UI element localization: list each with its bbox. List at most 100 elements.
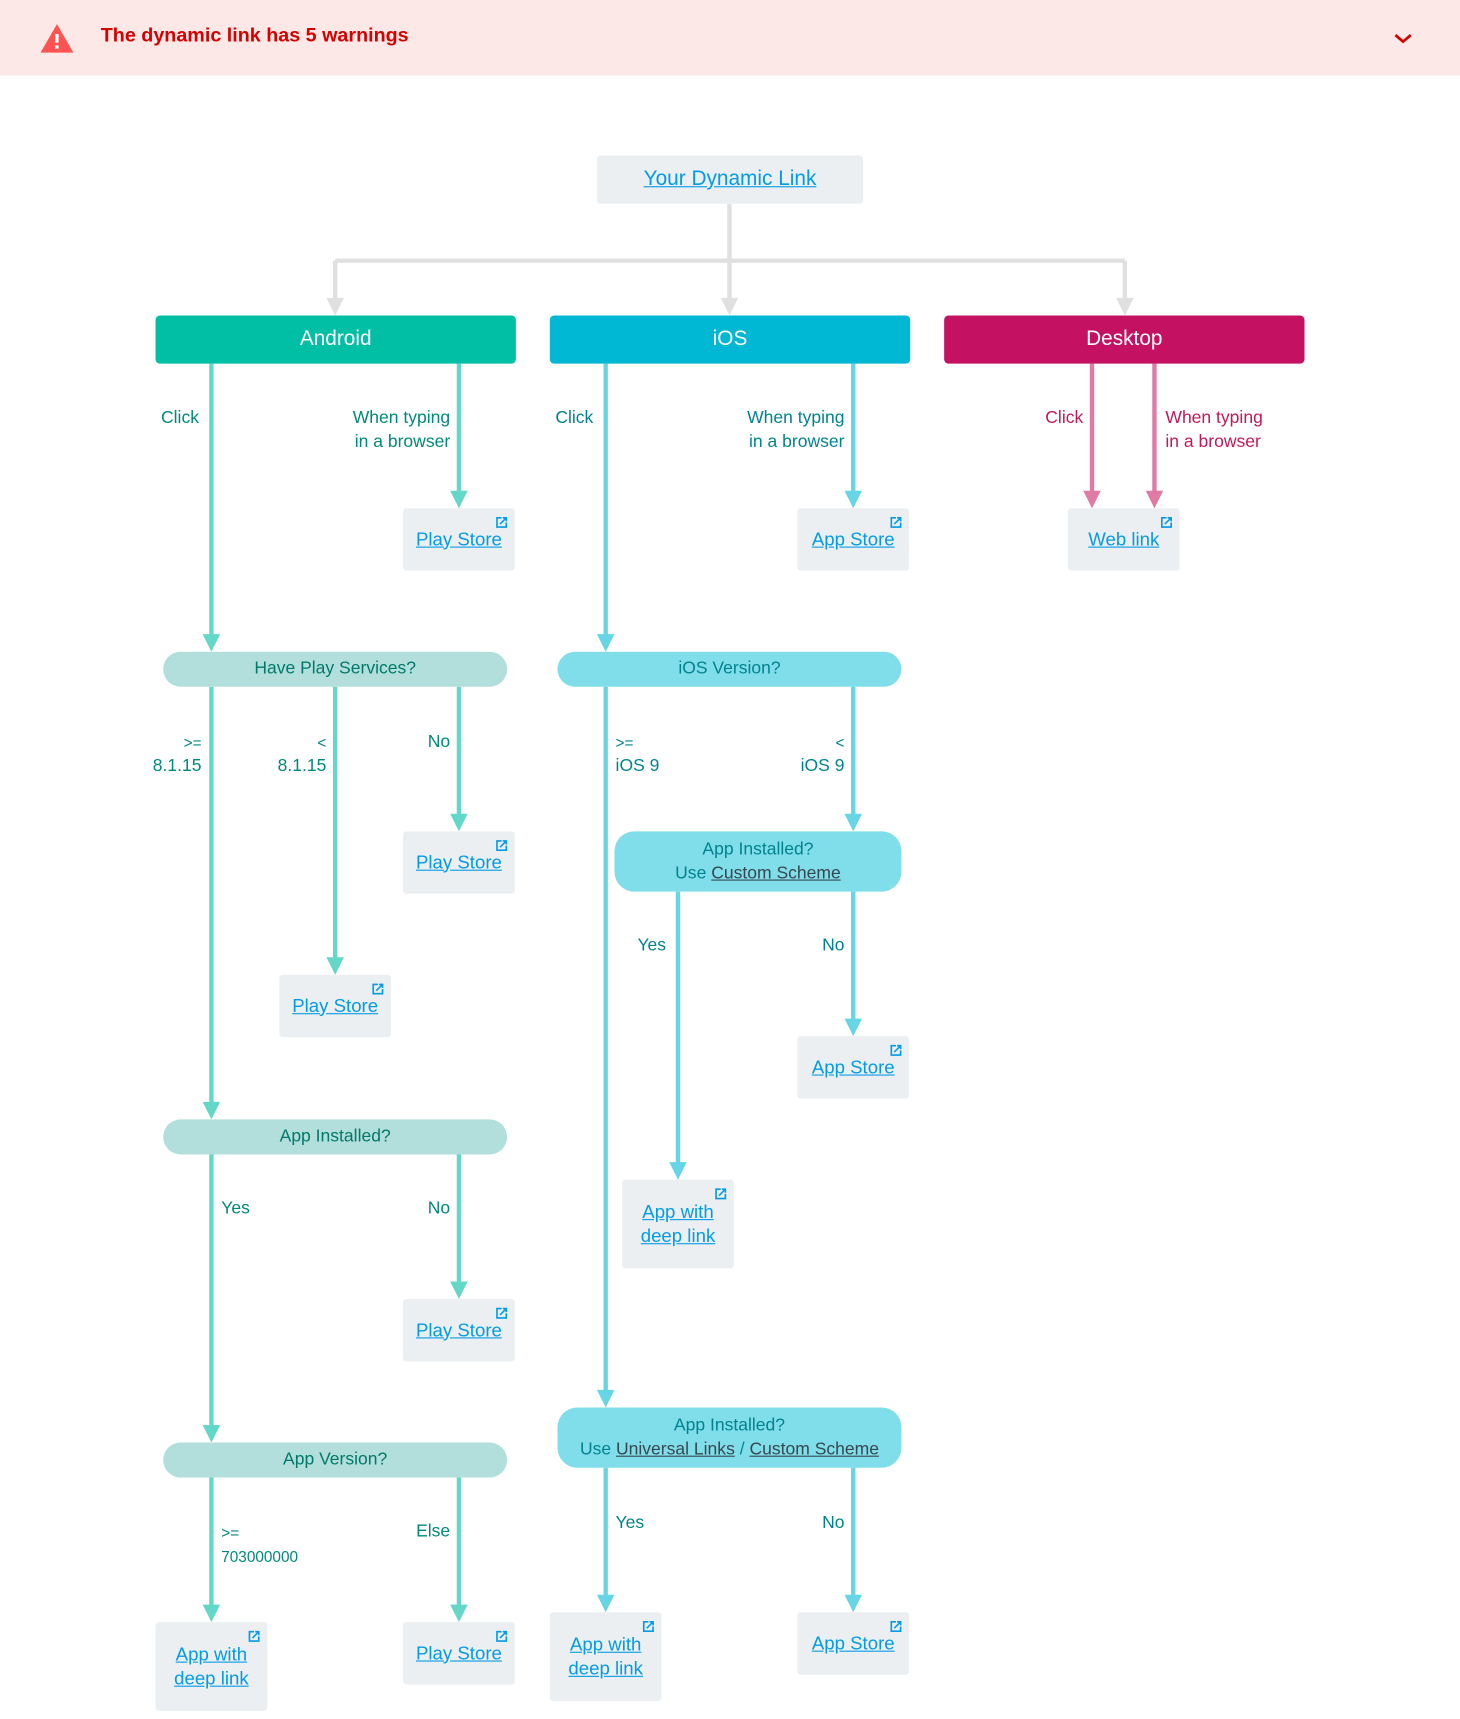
android-version-ge-label: >= 703000000 (221, 1520, 298, 1568)
decision-android-app-installed: App Installed? (163, 1119, 508, 1155)
arrow-head (596, 1389, 615, 1408)
android-installed-yes-label: Yes (221, 1199, 250, 1218)
ios-custom-yes-label: Yes (637, 936, 667, 956)
flow-diagram: The dynamic link has 5 warnings Your Dyn… (0, 0, 1460, 1719)
label-line: >= (183, 733, 202, 752)
text: Use (675, 863, 712, 883)
arrow-head (202, 634, 221, 652)
android-typing-label: When typing in a browser (329, 406, 451, 454)
custom-scheme-link[interactable]: Custom Scheme (711, 864, 841, 883)
arrow-head (1083, 490, 1101, 509)
link-line: App with (569, 1633, 642, 1655)
platform-ios: iOS (549, 315, 911, 364)
external-link-icon (496, 1630, 508, 1642)
label-line: When typing (747, 408, 845, 428)
ios-custom-yes-app-deep-link[interactable]: App with deep link (622, 1179, 734, 1269)
play-store-link[interactable]: Play Store (416, 1641, 502, 1665)
play-store-link[interactable]: Play Store (416, 1318, 502, 1342)
ios-custom-no-app-store[interactable]: App Store (797, 1036, 910, 1099)
dynamic-link-link[interactable]: Your Dynamic Link (644, 168, 817, 192)
external-link-icon (496, 840, 508, 852)
arrow-head (844, 490, 863, 509)
arrow-head (844, 1594, 863, 1613)
decision-line: Use Universal Links / Custom Scheme (580, 1438, 879, 1462)
decision-ios-custom-scheme: App Installed? Use Custom Scheme (614, 831, 902, 892)
play-store-link[interactable]: Play Store (292, 994, 378, 1018)
app-store-link[interactable]: App Store (812, 1631, 895, 1655)
label-line: When typing (352, 408, 451, 428)
android-ps-ge-label: >= 8.1.15 (136, 731, 202, 779)
ios-typing-app-store[interactable]: App Store (797, 508, 910, 571)
label-line: in a browser (749, 432, 845, 452)
external-link-icon (496, 1307, 508, 1319)
ios-universal-yes-app-deep-link[interactable]: App with deep link (549, 1612, 662, 1702)
android-ps-lt-play-store[interactable]: Play Store (279, 974, 392, 1038)
link-line: deep link (174, 1667, 249, 1689)
ios-universal-yes-label: Yes (615, 1513, 645, 1533)
decision-line: App Installed? (702, 839, 814, 859)
label-line: in a browser (1165, 432, 1261, 452)
app-deep-link-link[interactable]: App with deep link (568, 1633, 643, 1681)
decision-app-version: App Version? (163, 1442, 508, 1478)
external-link-icon (496, 516, 508, 528)
play-store-link[interactable]: Play Store (416, 851, 502, 875)
arrow-head (596, 1594, 615, 1613)
external-link-icon (642, 1621, 654, 1632)
desktop-typing-label: When typing in a browser (1165, 406, 1262, 454)
app-store-link[interactable]: App Store (812, 527, 895, 551)
arrow-head (450, 813, 468, 832)
arrow-head (669, 1162, 687, 1180)
label-line: >= (615, 733, 634, 752)
arrow-head (720, 297, 739, 316)
link-line: deep link (640, 1225, 716, 1246)
android-installed-no-label: No (427, 1199, 451, 1218)
universal-links-link[interactable]: Universal Links (616, 1440, 735, 1459)
ios-typing-label: When typing in a browser (723, 406, 845, 454)
ios-v-lt-label: < iOS 9 (779, 731, 845, 779)
arrow-head (844, 813, 863, 832)
label-line: 8.1.15 (152, 756, 202, 776)
arrow-head (844, 1018, 863, 1037)
app-deep-link-link[interactable]: App with deep link (641, 1200, 716, 1248)
decision-play-services: Have Play Services? (163, 651, 508, 687)
decision-ios-version: iOS Version? (557, 651, 902, 687)
desktop-web-link[interactable]: Web link (1067, 508, 1180, 571)
external-link-icon (1161, 516, 1172, 528)
root-dynamic-link[interactable]: Your Dynamic Link (596, 155, 864, 204)
ios-v-ge-label: >= iOS 9 (616, 731, 660, 779)
ios-universal-no-app-store[interactable]: App Store (797, 1612, 910, 1675)
external-link-icon (248, 1630, 260, 1642)
link-line: deep link (568, 1657, 643, 1679)
android-version-else-label: Else (416, 1522, 451, 1542)
android-click-label: Click (161, 408, 199, 428)
decision-line: Use Custom Scheme (675, 861, 841, 885)
link-line: App with (175, 1643, 248, 1665)
label-line: < (317, 733, 327, 752)
android-app-with-deep-link[interactable]: App with deep link (155, 1622, 268, 1711)
text: / (734, 1439, 750, 1459)
external-link-icon (372, 983, 384, 995)
custom-scheme-link[interactable]: Custom Scheme (749, 1440, 879, 1459)
arrow-head (450, 1281, 468, 1300)
android-ps-lt-label: < 8.1.15 (261, 731, 327, 779)
platform-desktop: Desktop (944, 315, 1305, 364)
label-line: 8.1.15 (277, 756, 327, 776)
android-installed-no-play-store[interactable]: Play Store (403, 1299, 515, 1362)
app-deep-link-link[interactable]: App with deep link (174, 1642, 249, 1690)
decision-ios-universal-links: App Installed? Use Universal Links / Cus… (557, 1407, 902, 1468)
arrow-head (202, 1424, 221, 1443)
app-store-link[interactable]: App Store (812, 1055, 895, 1079)
arrow-head (326, 297, 344, 316)
android-ps-no-play-store[interactable]: Play Store (403, 831, 515, 894)
play-store-link[interactable]: Play Store (416, 527, 502, 551)
external-link-icon (715, 1188, 727, 1200)
web-link-link[interactable]: Web link (1088, 527, 1159, 551)
label-line: iOS 9 (615, 756, 660, 776)
android-version-else-play-store[interactable]: Play Store (403, 1622, 515, 1685)
link-line: App with (642, 1200, 714, 1222)
label-line: iOS 9 (800, 756, 845, 776)
external-link-icon (890, 1621, 902, 1632)
label-line: >= (221, 1523, 240, 1542)
label-line: < (835, 733, 845, 752)
android-typing-play-store[interactable]: Play Store (403, 508, 515, 571)
